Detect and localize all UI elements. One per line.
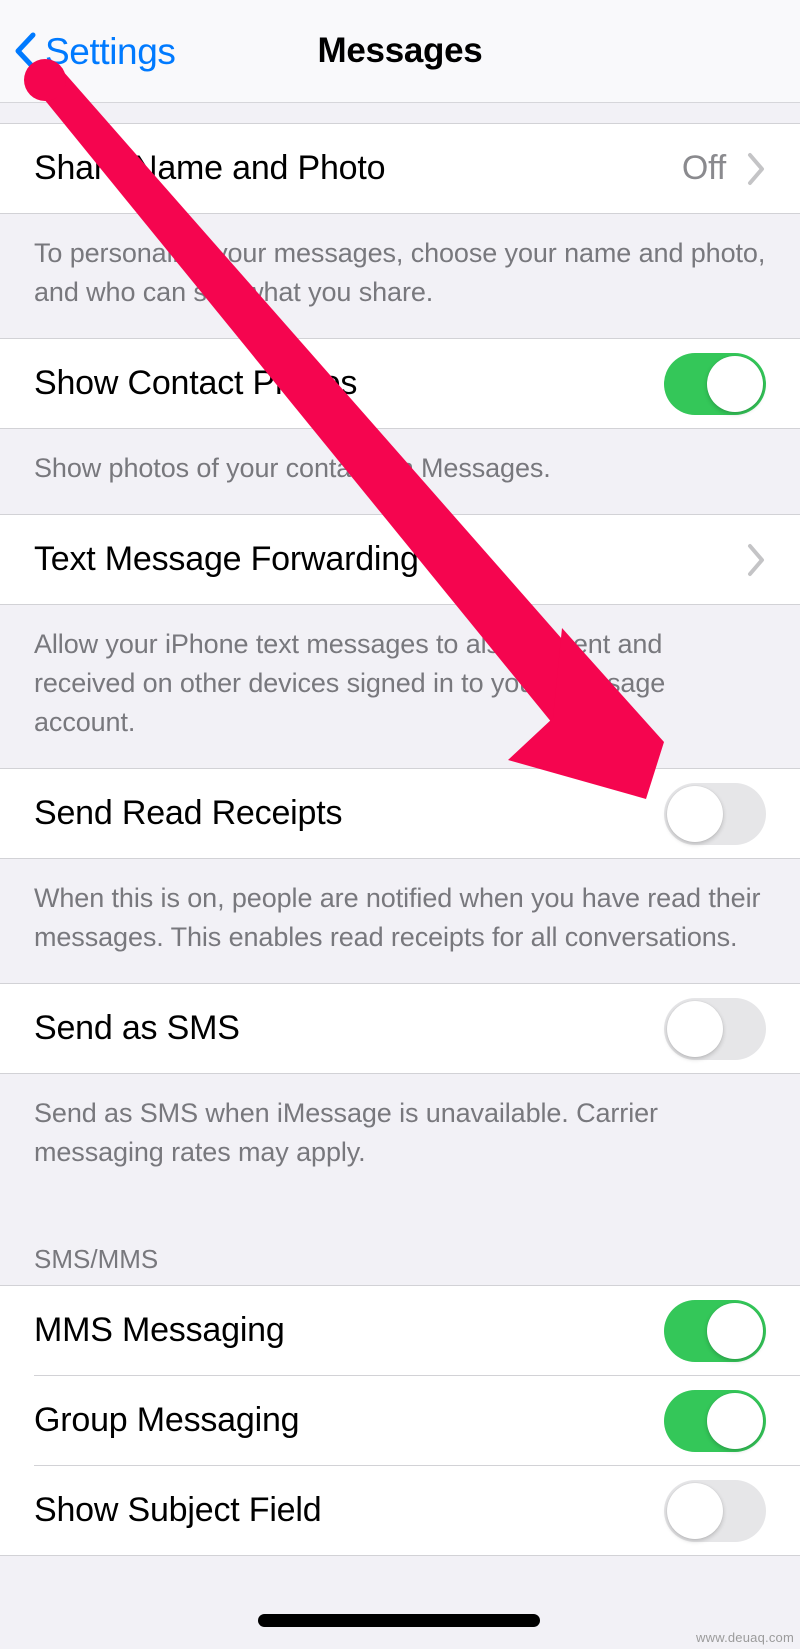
toggle-show-subject-field[interactable] [664, 1479, 766, 1542]
section-footnote: When this is on, people are notified whe… [0, 859, 800, 983]
toggle-knob [667, 1482, 723, 1539]
toggle-send-read-receipts[interactable] [664, 782, 766, 845]
toggle-mms-messaging[interactable] [664, 1299, 766, 1362]
row-label: Send Read Receipts [34, 794, 343, 832]
toggle-knob [667, 1000, 723, 1057]
settings-group: Share Name and Photo Off [0, 123, 800, 214]
chevron-right-icon [748, 543, 764, 576]
toggle-show-contact-photos[interactable] [664, 352, 766, 415]
settings-row-show-contact-photos[interactable]: Show Contact Photos [0, 339, 800, 428]
navigation-bar: Settings Messages [0, 0, 800, 103]
row-label: Show Subject Field [34, 1491, 322, 1529]
toggle-knob [667, 785, 723, 842]
watermark: www.deuaq.com [696, 1630, 794, 1645]
row-label: Share Name and Photo [34, 149, 386, 187]
section-footnote: To personalize your messages, choose you… [0, 214, 800, 338]
settings-group: Text Message Forwarding [0, 514, 800, 605]
settings-row-text-message-forwarding[interactable]: Text Message Forwarding [0, 515, 800, 604]
settings-list: Share Name and Photo Off To personalize yo… [0, 103, 800, 1556]
toggle-knob [707, 1302, 763, 1359]
row-label: Send as SMS [34, 1009, 240, 1047]
row-label: MMS Messaging [34, 1311, 285, 1349]
iphone-settings-screen: Settings Messages Share Name and Photo Of… [0, 0, 800, 1649]
row-label: Show Contact Photos [34, 364, 358, 402]
home-indicator [258, 1614, 540, 1627]
toggle-send-as-sms[interactable] [664, 997, 766, 1060]
toggle-knob [707, 355, 763, 412]
settings-group: MMS Messaging Group Messaging Show Subject… [0, 1285, 800, 1556]
section-footnote: Show photos of your contacts in Messages… [0, 429, 800, 514]
section-footnote: Send as SMS when iMessage is unavailable… [0, 1074, 800, 1198]
settings-row-send-as-sms[interactable]: Send as SMS [0, 984, 800, 1073]
settings-group: Show Contact Photos [0, 338, 800, 429]
toggle-group-messaging[interactable] [664, 1389, 766, 1452]
settings-row-group-messaging[interactable]: Group Messaging [0, 1376, 800, 1465]
settings-row-share-name-and-photo[interactable]: Share Name and Photo Off [0, 124, 800, 213]
group-spacer [0, 1198, 800, 1244]
settings-row-send-read-receipts[interactable]: Send Read Receipts [0, 769, 800, 858]
settings-row-mms-messaging[interactable]: MMS Messaging [0, 1286, 800, 1375]
settings-group: Send as SMS [0, 983, 800, 1074]
row-label: Group Messaging [34, 1401, 300, 1439]
page-title: Messages [317, 31, 483, 70]
row-value: Off [681, 149, 726, 187]
section-header-sms-mms: SMS/MMS [0, 1244, 800, 1285]
settings-row-show-subject-field[interactable]: Show Subject Field [0, 1466, 800, 1555]
toggle-knob [707, 1392, 763, 1449]
row-label: Text Message Forwarding [34, 540, 419, 578]
settings-group: Send Read Receipts [0, 768, 800, 859]
section-footnote: Allow your iPhone text messages to also … [0, 605, 800, 768]
chevron-right-icon [748, 152, 764, 185]
group-spacer [0, 103, 800, 123]
